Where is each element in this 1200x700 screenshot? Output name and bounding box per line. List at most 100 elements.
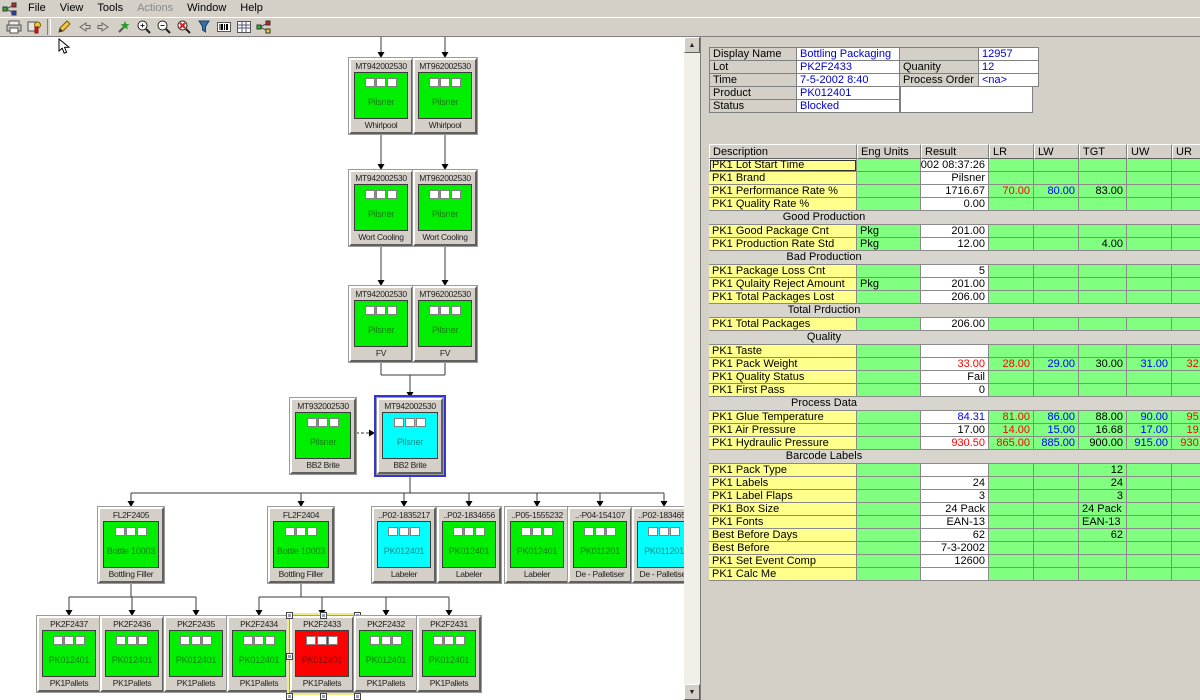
result-row[interactable]: PK1 Glue Temperature84.3181.0086.0088.00… — [709, 411, 1200, 424]
menu-help[interactable]: Help — [233, 0, 270, 17]
result-row[interactable]: PK1 BrandPilsner — [709, 172, 1200, 185]
result-row[interactable]: Best Before7-3-2002 — [709, 542, 1200, 555]
selection-handle[interactable] — [286, 693, 293, 700]
selection-handle[interactable] — [354, 693, 361, 700]
selection-handle[interactable] — [320, 612, 327, 619]
column-header-description[interactable]: Description — [709, 144, 857, 159]
result-row[interactable]: PK1 Quality StatusFail — [709, 371, 1200, 384]
result-row[interactable]: PK1 Labels2424 — [709, 477, 1200, 490]
node-MT942002530[interactable]: MT942002530PilsnerFV — [349, 286, 413, 362]
selection-handle[interactable] — [286, 612, 293, 619]
result-row[interactable]: PK1 Total Packages Lost206.00 — [709, 291, 1200, 304]
genealogy-canvas[interactable]: MT942002530PilsnerWhirlpoolMT962002530Pi… — [0, 37, 685, 700]
result-row[interactable]: PK1 Set Event Comp12600 — [709, 555, 1200, 568]
node-FL2F2404[interactable]: FL2F2404Bottle 10003Bottling Filler — [268, 507, 334, 583]
node-FL2F2405[interactable]: FL2F2405Bottle 10003Bottling Filler — [98, 507, 164, 583]
result-row[interactable]: Best Before Days6262 — [709, 529, 1200, 542]
node-P021835217[interactable]: ..P02-1835217PK012401Labeler — [372, 507, 436, 583]
menu-actions[interactable]: Actions — [130, 0, 180, 17]
node-MT942002530[interactable]: MT942002530PilsnerWort Cooling — [349, 170, 413, 246]
node-P051555232[interactable]: ..P05-1555232PK012401Labeler — [505, 507, 569, 583]
status-box — [440, 306, 450, 315]
node-P04154107[interactable]: ..-P04-154107PK011201De - Palletiser — [568, 507, 632, 583]
menu-file[interactable]: File — [21, 0, 53, 17]
status-box — [543, 527, 553, 536]
column-header-uw[interactable]: UW — [1127, 144, 1172, 159]
result-row[interactable]: PK1 Total Packages206.00 — [709, 318, 1200, 331]
info-value[interactable]: PK012401 — [797, 87, 902, 100]
zoom-in-icon[interactable] — [134, 18, 154, 36]
node-P021834656[interactable]: ..P02-1834656PK012401Labeler — [437, 507, 501, 583]
result-cell — [1172, 464, 1200, 477]
print-icon[interactable] — [4, 18, 24, 36]
info-value[interactable]: PK2F2433 — [797, 61, 902, 74]
node-P021834656[interactable]: ..P02-1834656PK011201De - Palletiser — [632, 507, 685, 583]
node-PK2F2437[interactable]: PK2F2437PK012401PK1Pallets — [37, 616, 101, 692]
selection-handle[interactable] — [286, 653, 293, 660]
menu-tools[interactable]: Tools — [90, 0, 130, 17]
node-PK2F2431[interactable]: PK2F2431PK012401PK1Pallets — [417, 616, 481, 692]
grid-view-icon[interactable] — [234, 18, 254, 36]
column-header-lr[interactable]: LR — [989, 144, 1034, 159]
column-header-result[interactable]: Result — [921, 144, 989, 159]
node-MT962002530[interactable]: MT962002530PilsnerFV — [413, 286, 477, 362]
nav-back-icon[interactable] — [74, 18, 94, 36]
result-row[interactable]: PK1 Pack Weight33.0028.0029.0030.0031.00… — [709, 358, 1200, 371]
result-row[interactable]: PK1 Pack Type12 — [709, 464, 1200, 477]
info-value[interactable]: Bottling Packaging — [797, 48, 902, 61]
genealogy-icon[interactable] — [254, 18, 274, 36]
node-PK2F2436[interactable]: PK2F2436PK012401PK1Pallets — [100, 616, 164, 692]
result-row[interactable]: PK1 Production Rate StdPkg12.004.00 — [709, 238, 1200, 251]
info-value[interactable]: <na> — [979, 74, 1039, 87]
result-cell: Pkg — [857, 278, 921, 291]
info-value[interactable]: 12957 — [979, 48, 1039, 61]
result-row[interactable]: PK1 Lot Start Time2002 08:37:26 — [709, 159, 1200, 172]
result-row[interactable]: PK1 Air Pressure17.0014.0015.0016.6817.0… — [709, 424, 1200, 437]
scroll-up-button[interactable]: ▲ — [684, 37, 700, 53]
view-filter-icon[interactable] — [194, 18, 214, 36]
info-value[interactable]: 7-5-2002 8:40 — [797, 74, 902, 87]
status-box — [387, 190, 397, 199]
node-MT942002530[interactable]: MT942002530PilsnerBB2 Brite — [377, 398, 443, 474]
scroll-down-button[interactable]: ▼ — [684, 684, 700, 700]
node-PK2F2434[interactable]: PK2F2434PK012401PK1Pallets — [227, 616, 291, 692]
node-PK2F2435[interactable]: PK2F2435PK012401PK1Pallets — [164, 616, 228, 692]
result-cell — [857, 411, 921, 424]
canvas-vertical-scrollbar[interactable]: ▲ ▼ — [684, 37, 700, 700]
node-PK2F2432[interactable]: PK2F2432PK012401PK1Pallets — [354, 616, 418, 692]
selection-handle[interactable] — [320, 693, 327, 700]
column-header-tgt[interactable]: TGT — [1079, 144, 1127, 159]
node-MT942002530[interactable]: MT942002530PilsnerWhirlpool — [349, 58, 413, 134]
info-value[interactable]: Blocked — [797, 100, 902, 113]
result-row[interactable]: PK1 Calc Me — [709, 568, 1200, 581]
result-row[interactable]: PK1 Performance Rate %1716.6770.0080.008… — [709, 185, 1200, 198]
node-PK2F2433[interactable]: PK2F2433PK012401PK1Pallets — [290, 616, 354, 692]
info-value[interactable]: 12 — [979, 61, 1039, 74]
picker-icon[interactable] — [114, 18, 134, 36]
column-header-eng-units[interactable]: Eng Units — [857, 144, 921, 159]
result-row[interactable]: PK1 Box Size24 Pack24 Pack — [709, 503, 1200, 516]
result-row[interactable]: PK1 FontsEAN-13EAN-13 — [709, 516, 1200, 529]
zoom-out-icon[interactable] — [154, 18, 174, 36]
result-row[interactable]: PK1 Hydraulic Pressure930.50865.00885.00… — [709, 437, 1200, 450]
node-MT962002530[interactable]: MT962002530PilsnerWort Cooling — [413, 170, 477, 246]
status-box — [399, 527, 409, 536]
column-header-lw[interactable]: LW — [1034, 144, 1079, 159]
result-row[interactable]: PK1 Quality Rate %0.00 — [709, 198, 1200, 211]
edit-pencil-icon[interactable] — [54, 18, 74, 36]
zoom-cancel-icon[interactable] — [174, 18, 194, 36]
result-row[interactable]: PK1 Qulaity Reject AmountPkg201.00 — [709, 278, 1200, 291]
column-header-ur[interactable]: UR — [1172, 144, 1200, 159]
result-row[interactable]: PK1 First Pass0 — [709, 384, 1200, 397]
nav-forward-icon[interactable] — [94, 18, 114, 36]
node-MT932002530[interactable]: MT932002530PilsnerBB2 Brite — [290, 398, 356, 474]
barcode-icon[interactable] — [214, 18, 234, 36]
node-MT962002530[interactable]: MT962002530PilsnerWhirlpool — [413, 58, 477, 134]
result-row[interactable]: PK1 Taste — [709, 345, 1200, 358]
result-row[interactable]: PK1 Package Loss Cnt5 — [709, 265, 1200, 278]
menu-view[interactable]: View — [53, 0, 91, 17]
permissions-icon[interactable] — [24, 18, 44, 36]
result-row[interactable]: PK1 Good Package CntPkg201.00 — [709, 225, 1200, 238]
menu-window[interactable]: Window — [180, 0, 233, 17]
result-row[interactable]: PK1 Label Flaps33 — [709, 490, 1200, 503]
